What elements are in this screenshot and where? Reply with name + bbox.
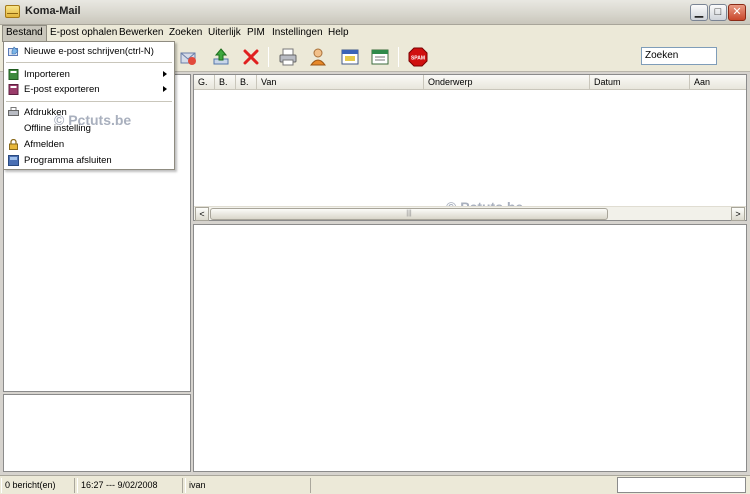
scroll-left-button[interactable]: <: [195, 207, 209, 221]
menu-item-label: Afmelden: [24, 139, 65, 150]
menu-item-label: Programma afsluiten: [24, 155, 112, 166]
menu-uiterlijk[interactable]: Uiterlijk: [205, 25, 244, 42]
submenu-arrow-icon: [163, 71, 167, 77]
column-b1[interactable]: B.: [215, 75, 236, 90]
menu-help[interactable]: Help: [325, 25, 352, 42]
toolbar-separator: [398, 47, 399, 67]
scroll-right-button[interactable]: >: [731, 207, 745, 221]
compose-icon: [8, 46, 19, 56]
menu-zoeken[interactable]: Zoeken: [166, 25, 205, 42]
lock-icon: [9, 139, 18, 150]
menu-separator: [6, 101, 172, 102]
column-b2[interactable]: B.: [236, 75, 257, 90]
menu-item-label: Nieuwe e-post schrijven(ctrl-N): [24, 46, 154, 57]
window-title: Koma-Mail: [25, 5, 81, 17]
delete-icon[interactable]: [241, 47, 261, 67]
column-datum[interactable]: Datum: [590, 75, 690, 90]
status-field: [617, 477, 746, 493]
send-mail-icon[interactable]: [211, 47, 231, 67]
receive-mail-icon[interactable]: [178, 47, 198, 67]
bestand-dropdown-menu: Nieuwe e-post schrijven(ctrl-N) Importer…: [3, 41, 175, 170]
status-datetime: 16:27 --- 9/02/2008: [77, 478, 183, 493]
menu-epost-ophalen[interactable]: E-post ophalen: [47, 25, 120, 42]
minimize-button[interactable]: ▁: [690, 4, 708, 21]
toolbar-separator: [268, 47, 269, 67]
menu-item-import[interactable]: Importeren: [4, 67, 174, 82]
menu-item-exit[interactable]: Programma afsluiten: [4, 153, 174, 168]
export-icon: [8, 84, 19, 95]
spam-label: SPAM: [411, 56, 425, 62]
status-user: ivan: [185, 478, 311, 493]
menu-item-label: E-post exporteren: [24, 84, 100, 95]
maximize-button[interactable]: □: [709, 4, 727, 21]
menu-pim[interactable]: PIM: [244, 25, 268, 42]
calendar-icon[interactable]: [340, 47, 360, 67]
column-aan[interactable]: Aan: [690, 75, 746, 90]
submenu-arrow-icon: [163, 86, 167, 92]
spam-stop-icon[interactable]: SPAM: [408, 47, 428, 67]
search-input[interactable]: Zoeken: [641, 47, 717, 65]
menu-bar: Bestand E-post ophalen Bewerken Zoeken U…: [0, 25, 750, 42]
menu-bestand[interactable]: Bestand: [2, 25, 47, 42]
message-list[interactable]: G. B. B. Van Onderwerp Datum Aan © Pctut…: [193, 74, 747, 221]
exit-icon: [8, 155, 19, 166]
column-g[interactable]: G.: [194, 75, 215, 90]
menu-instellingen[interactable]: Instellingen: [269, 25, 326, 42]
folder-info-pane[interactable]: [3, 394, 191, 472]
title-bar: Koma-Mail ▁ □ ✕: [0, 0, 750, 25]
status-message-count: 0 bericht(en): [1, 478, 75, 493]
mail-app-icon: [5, 5, 20, 18]
printer-icon[interactable]: [278, 47, 298, 67]
menu-item-logout[interactable]: Afmelden: [4, 137, 174, 152]
menu-separator: [6, 62, 172, 63]
menu-item-new-email[interactable]: Nieuwe e-post schrijven(ctrl-N): [4, 44, 174, 59]
horizontal-scrollbar[interactable]: < ||| >: [194, 206, 746, 221]
menu-item-export[interactable]: E-post exporteren: [4, 82, 174, 97]
import-icon: [8, 69, 19, 80]
address-book-icon[interactable]: [308, 47, 328, 67]
printer-icon: [8, 107, 19, 116]
menu-bewerken[interactable]: Bewerken: [116, 25, 166, 42]
column-onderwerp[interactable]: Onderwerp: [424, 75, 590, 90]
watermark: © Pctuts.be: [54, 112, 132, 128]
message-preview-pane[interactable]: [193, 224, 747, 472]
column-van[interactable]: Van: [257, 75, 424, 90]
status-bar: 0 bericht(en) 16:27 --- 9/02/2008 ivan: [0, 475, 750, 494]
menu-item-label: Importeren: [24, 69, 70, 80]
scroll-thumb[interactable]: |||: [210, 208, 608, 220]
close-button[interactable]: ✕: [728, 4, 746, 21]
notes-icon[interactable]: [370, 47, 390, 67]
message-list-header: G. B. B. Van Onderwerp Datum Aan: [194, 75, 746, 90]
